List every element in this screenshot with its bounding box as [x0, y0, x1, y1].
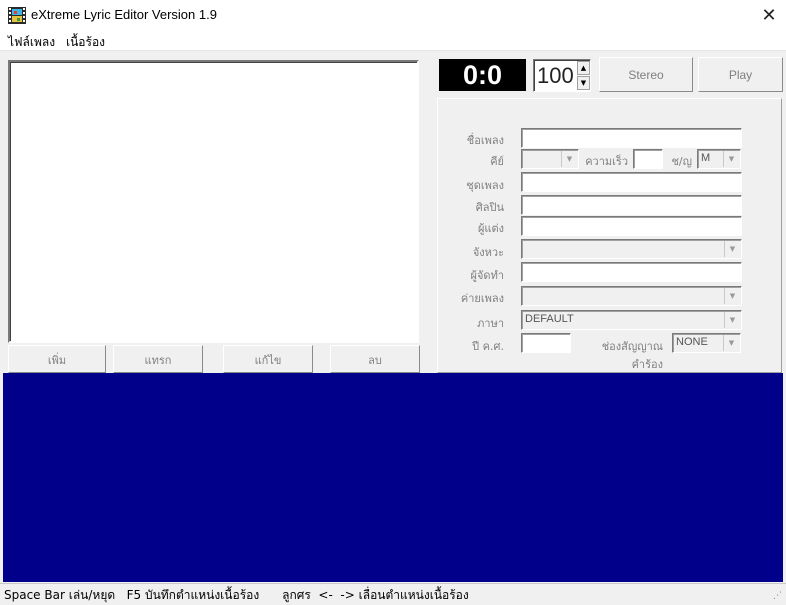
key-dropdown[interactable]: ▼ [521, 149, 579, 169]
song-name-label: ชื่อเพลง [466, 134, 504, 147]
composer-field[interactable] [521, 216, 742, 236]
gender-value: M [701, 152, 711, 164]
year-label: ปี ค.ศ. [472, 340, 504, 353]
close-button[interactable]: ✕ [752, 0, 786, 31]
time-display: 0:0 [439, 59, 526, 91]
resize-grip-icon[interactable]: ⋰ [773, 591, 783, 601]
menu-song-file[interactable]: ไฟล์เพลง [8, 33, 55, 52]
rhythm-dropdown[interactable]: ▼ [521, 239, 742, 259]
lyric-display[interactable] [3, 373, 783, 582]
menu-bar: ไฟล์เพลง เนื้อร้อง [0, 31, 786, 51]
play-button[interactable]: Play [698, 57, 783, 92]
composer-label: ผู้แต่ง [477, 222, 504, 235]
producer-label: ผู้จัดทำ [470, 269, 504, 282]
album-field[interactable] [521, 172, 742, 192]
chevron-down-icon: ▼ [724, 312, 740, 328]
lyric-list[interactable] [8, 60, 419, 343]
app-film-icon [8, 7, 26, 24]
record-label-dropdown[interactable]: ▼ [521, 286, 742, 306]
stereo-button[interactable]: Stereo [599, 57, 693, 92]
key-label: คีย์ [490, 155, 504, 168]
speed-label: ความเร็ว [585, 155, 628, 168]
chevron-down-icon: ▼ [724, 241, 740, 257]
album-label: ชุดเพลง [466, 179, 504, 192]
artist-field[interactable] [521, 195, 742, 215]
language-label: ภาษา [477, 317, 504, 330]
title-bar: eXtreme Lyric Editor Version 1.9 ✕ [0, 0, 786, 31]
language-dropdown[interactable]: DEFAULT ▼ [521, 310, 742, 330]
window-title: eXtreme Lyric Editor Version 1.9 [31, 7, 217, 22]
chevron-down-icon: ▼ [723, 151, 739, 167]
add-button[interactable]: เพิ่ม [8, 345, 106, 373]
chevron-down-icon: ▼ [723, 335, 739, 351]
tempo-spinner[interactable]: 100 ▲ ▼ [533, 59, 591, 92]
insert-button[interactable]: แทรก [113, 345, 203, 373]
song-name-field[interactable] [521, 128, 742, 148]
status-bar: Space Bar เล่น/หยุด F5 บันทึกตำแหน่งเนื้… [0, 583, 786, 603]
record-label-label: ค่ายเพลง [460, 292, 504, 305]
year-field[interactable] [521, 333, 571, 353]
edit-button[interactable]: แก้ไข [223, 345, 313, 373]
gender-label: ช/ญ [671, 155, 692, 168]
down-arrow-icon[interactable]: ▼ [577, 76, 590, 90]
signal-label: ช่องสัญญาณคำร้อง [601, 340, 663, 371]
chevron-down-icon: ▼ [724, 288, 740, 304]
menu-lyrics[interactable]: เนื้อร้อง [66, 33, 105, 52]
up-arrow-icon[interactable]: ▲ [577, 61, 590, 75]
close-icon: ✕ [761, 5, 777, 26]
speed-field[interactable] [633, 149, 663, 169]
language-value: DEFAULT [525, 313, 574, 325]
signal-value: NONE [676, 336, 708, 348]
status-text: Space Bar เล่น/หยุด F5 บันทึกตำแหน่งเนื้… [4, 588, 469, 602]
rhythm-label: จังหวะ [472, 246, 504, 259]
signal-dropdown[interactable]: NONE ▼ [672, 333, 741, 353]
gender-dropdown[interactable]: M ▼ [697, 149, 741, 169]
tempo-value: 100 [537, 63, 574, 88]
delete-button[interactable]: ลบ [330, 345, 420, 373]
artist-label: ศิลปิน [475, 201, 504, 214]
producer-field[interactable] [521, 262, 742, 282]
chevron-down-icon: ▼ [561, 151, 577, 167]
